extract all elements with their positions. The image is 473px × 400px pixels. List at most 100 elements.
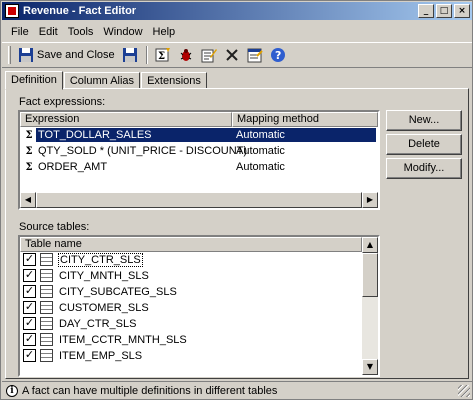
- bug-button[interactable]: [175, 44, 197, 66]
- table-icon: [40, 317, 53, 330]
- svg-text:?: ?: [275, 49, 281, 62]
- app-icon: [5, 4, 19, 18]
- toolbar-grip[interactable]: [8, 46, 11, 64]
- mapping-method-text: Automatic: [236, 145, 285, 157]
- maximize-button[interactable]: □: [436, 4, 452, 18]
- table-name: ITEM_EMP_SLS: [59, 349, 143, 362]
- sigma-icon: Σ: [25, 161, 33, 173]
- svg-text:Σ: Σ: [158, 51, 165, 62]
- table-icon: [40, 285, 53, 298]
- table-checkbox[interactable]: ✓: [23, 317, 36, 330]
- tab-definition[interactable]: Definition: [5, 71, 63, 90]
- table-row[interactable]: ✓ ITEM_CCTR_MNTH_SLS: [20, 332, 378, 348]
- definition-panel: Fact expressions: Expression Mapping met…: [5, 88, 469, 379]
- resize-grip[interactable]: [458, 385, 470, 397]
- table-row[interactable]: ✓ ITEM_EMP_SLS: [20, 348, 378, 364]
- tab-extensions[interactable]: Extensions: [141, 72, 207, 89]
- table-checkbox[interactable]: ✓: [23, 253, 36, 266]
- scroll-track[interactable]: [362, 297, 378, 359]
- scroll-thumb[interactable]: [36, 192, 362, 208]
- mapping-method-text: Automatic: [236, 161, 285, 173]
- table-row[interactable]: ✓ DAY_CTR_SLS: [20, 316, 378, 332]
- tab-column-alias[interactable]: Column Alias: [63, 72, 141, 89]
- new-expression-button[interactable]: Σ: [152, 44, 174, 66]
- bug-icon: [180, 49, 192, 61]
- menu-file[interactable]: File: [6, 26, 34, 38]
- tables-header: Table name: [20, 237, 378, 252]
- edit-properties-icon: [201, 49, 217, 63]
- save-icon: [122, 48, 137, 62]
- table-name: CUSTOMER_SLS: [59, 301, 149, 314]
- help-button[interactable]: ?: [267, 44, 289, 66]
- edit-properties-button[interactable]: [198, 44, 220, 66]
- fact-expressions-list[interactable]: Expression Mapping method Σ TOT_DOLLAR_S…: [18, 110, 380, 210]
- toolbar: Save and Close Σ ?: [2, 42, 472, 68]
- properties-icon: [247, 48, 263, 63]
- source-tables-label: Source tables:: [19, 221, 90, 233]
- expression-row[interactable]: Σ TOT_DOLLAR_SALES Automatic: [20, 127, 378, 143]
- table-icon: [40, 349, 53, 362]
- save-and-close-label: Save and Close: [37, 49, 115, 61]
- column-header-table-name[interactable]: Table name: [20, 237, 362, 252]
- menu-window[interactable]: Window: [98, 26, 147, 38]
- scroll-down-button[interactable]: ▼: [362, 359, 378, 375]
- table-name: CITY_SUBCATEG_SLS: [59, 285, 177, 298]
- fact-editor-window: Revenue - Fact Editor _ □ × File Edit To…: [0, 0, 473, 400]
- table-row[interactable]: ✓ CITY_CTR_SLS: [20, 252, 378, 268]
- expression-text: QTY_SOLD * (UNIT_PRICE - DISCOUNT): [38, 145, 248, 157]
- menu-bar: File Edit Tools Window Help: [2, 22, 472, 41]
- table-name: ITEM_CCTR_MNTH_SLS: [59, 333, 187, 346]
- tables-vertical-scrollbar[interactable]: ▲ ▼: [362, 237, 378, 375]
- minimize-button[interactable]: _: [418, 4, 434, 18]
- expression-row[interactable]: Σ ORDER_AMT Automatic: [20, 159, 378, 175]
- expressions-horizontal-scrollbar[interactable]: ◀ ▶: [20, 192, 378, 208]
- new-button[interactable]: New...: [386, 110, 462, 131]
- table-checkbox[interactable]: ✓: [23, 301, 36, 314]
- table-row[interactable]: ✓ CUSTOMER_SLS: [20, 300, 378, 316]
- column-header-mapping-method[interactable]: Mapping method: [232, 112, 378, 127]
- window-title: Revenue - Fact Editor: [23, 5, 137, 17]
- save-close-icon: [19, 48, 33, 62]
- info-icon: i: [6, 384, 18, 397]
- table-row[interactable]: ✓ CITY_SUBCATEG_SLS: [20, 284, 378, 300]
- delete-x-icon: [225, 49, 238, 61]
- menu-tools[interactable]: Tools: [63, 26, 99, 38]
- menu-help[interactable]: Help: [148, 26, 181, 38]
- title-bar[interactable]: Revenue - Fact Editor _ □ ×: [2, 2, 472, 20]
- expression-row[interactable]: Σ QTY_SOLD * (UNIT_PRICE - DISCOUNT) Aut…: [20, 143, 378, 159]
- properties-button[interactable]: [244, 44, 266, 66]
- table-icon: [40, 253, 53, 266]
- table-checkbox[interactable]: ✓: [23, 333, 36, 346]
- table-name: DAY_CTR_SLS: [59, 317, 137, 330]
- fact-expressions-label: Fact expressions:: [19, 96, 106, 108]
- table-checkbox[interactable]: ✓: [23, 349, 36, 362]
- close-window-button[interactable]: ×: [454, 4, 470, 18]
- table-icon: [40, 269, 53, 282]
- mapping-method-text: Automatic: [232, 128, 376, 142]
- table-checkbox[interactable]: ✓: [23, 269, 36, 282]
- expression-text: TOT_DOLLAR_SALES: [35, 127, 233, 143]
- table-name: CITY_CTR_SLS: [58, 252, 143, 267]
- save-button[interactable]: [119, 44, 141, 66]
- modify-button[interactable]: Modify...: [386, 158, 462, 179]
- save-and-close-button[interactable]: Save and Close: [15, 44, 118, 66]
- menu-edit[interactable]: Edit: [34, 26, 63, 38]
- delete-expression-button[interactable]: Delete: [386, 134, 462, 155]
- tab-strip: Definition Column Alias Extensions: [5, 71, 208, 90]
- table-name: CITY_MNTH_SLS: [59, 269, 149, 282]
- window-controls: _ □ ×: [416, 4, 470, 18]
- scroll-left-button[interactable]: ◀: [20, 192, 36, 208]
- status-text: A fact can have multiple definitions in …: [22, 384, 278, 397]
- delete-button[interactable]: [221, 44, 243, 66]
- scroll-right-button[interactable]: ▶: [362, 192, 378, 208]
- expression-text: ORDER_AMT: [38, 161, 108, 173]
- column-header-expression[interactable]: Expression: [20, 112, 232, 127]
- scroll-up-button[interactable]: ▲: [362, 237, 378, 253]
- table-checkbox[interactable]: ✓: [23, 285, 36, 298]
- table-row[interactable]: ✓ CITY_MNTH_SLS: [20, 268, 378, 284]
- table-icon: [40, 301, 53, 314]
- new-expression-icon: Σ: [155, 48, 170, 62]
- status-bar: i A fact can have multiple definitions i…: [2, 381, 472, 399]
- source-tables-list[interactable]: Table name ✓ CITY_CTR_SLS ✓ CITY_MNTH_SL…: [18, 235, 380, 377]
- scroll-thumb[interactable]: [362, 253, 378, 297]
